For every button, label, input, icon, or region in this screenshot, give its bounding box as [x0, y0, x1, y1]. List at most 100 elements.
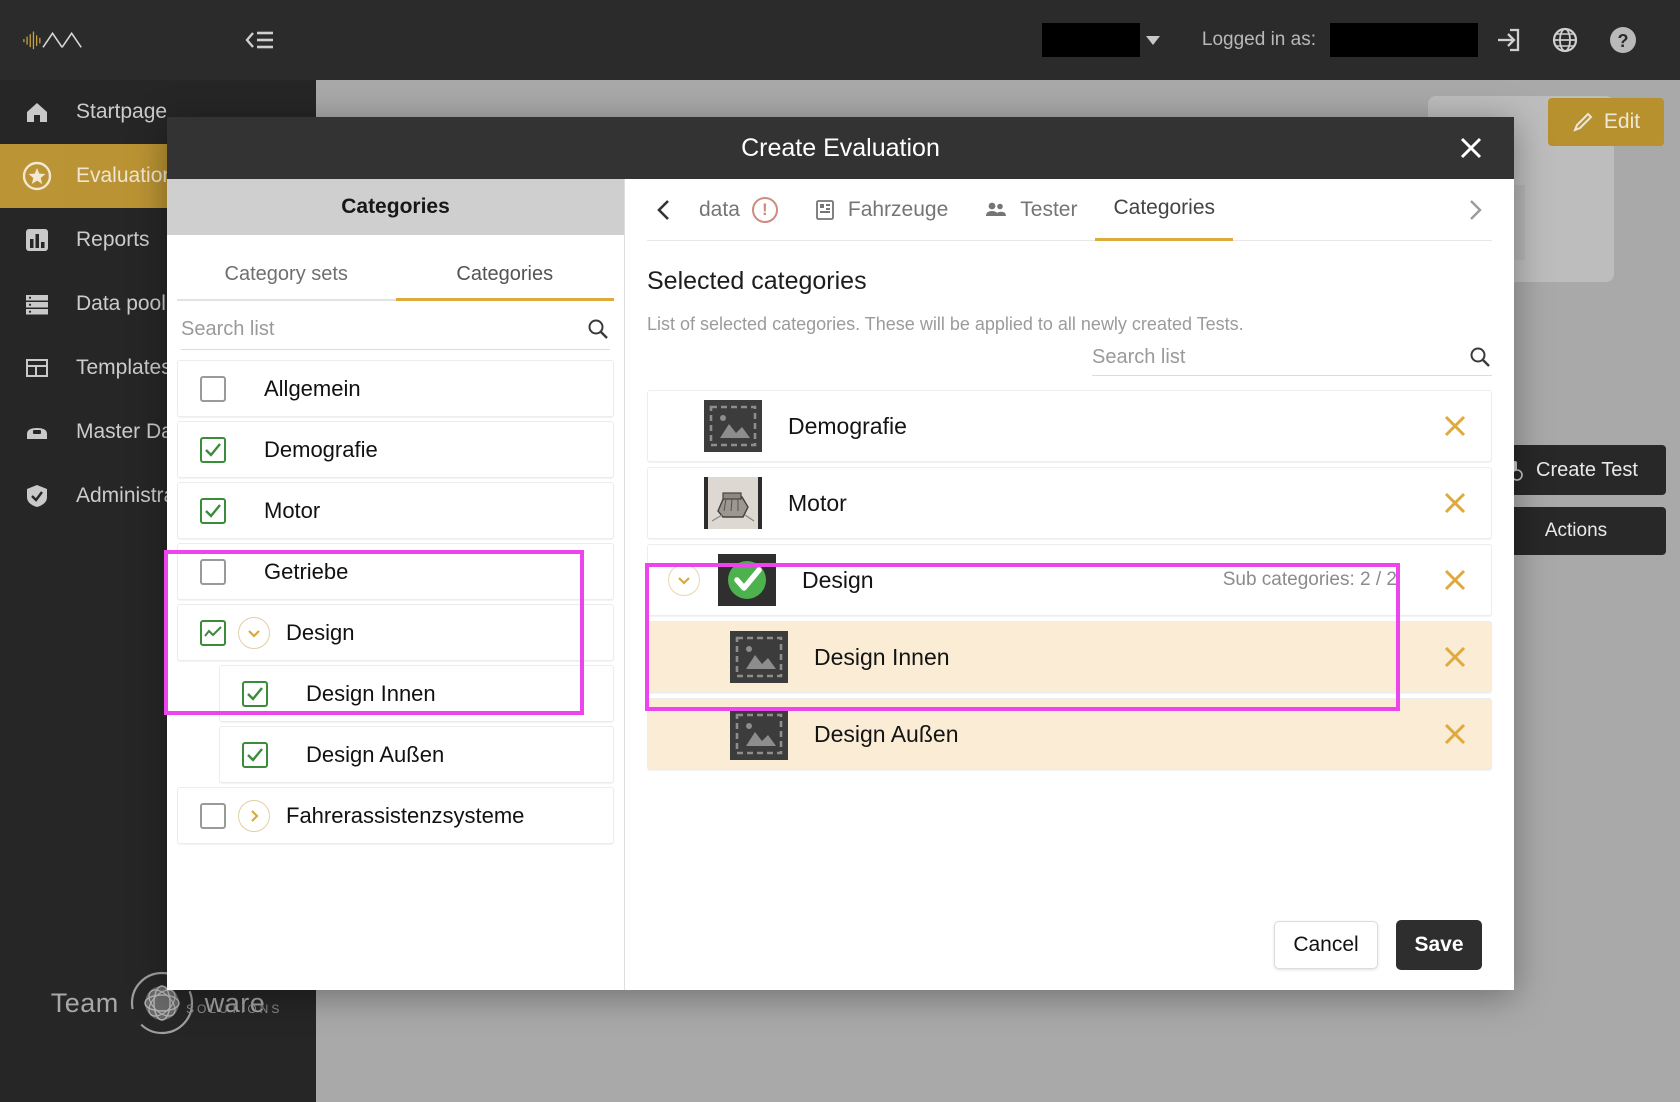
tab-data[interactable]: data ! — [681, 179, 796, 241]
collapse-sidebar-button[interactable] — [242, 25, 276, 55]
chevron-down-icon[interactable] — [238, 616, 270, 649]
remove-icon[interactable] — [1419, 720, 1491, 748]
tab-categories[interactable]: Categories — [395, 253, 614, 301]
chevron-down-icon[interactable] — [668, 564, 700, 596]
checkbox-unchecked[interactable] — [200, 375, 226, 402]
template-icon — [22, 353, 52, 383]
context-select-redacted[interactable] — [1041, 23, 1140, 57]
checkbox-unchecked[interactable] — [200, 558, 226, 585]
brand-logo-icon — [23, 31, 82, 50]
logged-in-label: Logged in as: — [1201, 29, 1316, 50]
remove-icon[interactable] — [1419, 643, 1491, 671]
category-label: Motor — [264, 497, 321, 523]
create-test-label: Create Test — [1536, 458, 1638, 481]
logout-glyph — [1498, 28, 1520, 52]
username-redacted — [1330, 23, 1478, 57]
category-label: Demografie — [264, 436, 378, 462]
app-logo — [0, 0, 316, 80]
checkbox-unchecked[interactable] — [200, 802, 226, 829]
tab-fahrzeuge[interactable]: Fahrzeuge — [796, 179, 966, 241]
selected-search-input[interactable] — [1092, 345, 1468, 369]
categories-search-input[interactable] — [181, 317, 586, 341]
category-label: Design Außen — [306, 741, 445, 767]
tab-tester[interactable]: Tester — [966, 179, 1095, 241]
category-row-design-aussen[interactable]: Design Außen — [219, 726, 614, 783]
database-icon — [22, 289, 52, 319]
selected-row-label: Design Außen — [814, 720, 959, 747]
help-icon[interactable]: ? — [1594, 18, 1652, 62]
remove-icon[interactable] — [1419, 489, 1491, 517]
collapse-icon — [245, 31, 273, 49]
remove-icon[interactable] — [1419, 412, 1491, 440]
selected-categories-pane: data ! Fahrzeuge Tester Categories Selec… — [625, 179, 1514, 990]
checkbox-checked[interactable] — [242, 680, 268, 707]
cancel-button[interactable]: Cancel — [1274, 921, 1378, 969]
star-icon — [22, 161, 52, 191]
selected-categories-title: Selected categories — [647, 267, 867, 295]
category-row-getriebe[interactable]: Getriebe — [177, 543, 614, 600]
chevron-down-icon[interactable] — [1145, 35, 1160, 45]
category-row-allgemein[interactable]: Allgemein — [177, 360, 614, 417]
globe-glyph — [1552, 27, 1578, 53]
category-label: Fahrerassistenzsysteme — [286, 802, 525, 828]
tab-categories-label: Categories — [1113, 196, 1216, 219]
people-icon — [986, 202, 1007, 216]
chart-icon — [22, 225, 52, 255]
selected-row-label: Design — [802, 566, 874, 593]
category-row-design-innen[interactable]: Design Innen — [219, 665, 614, 722]
tab-fahrzeuge-label: Fahrzeuge — [847, 197, 949, 221]
selected-row-design-innen[interactable]: Design Innen — [647, 621, 1492, 693]
masterdata-icon — [22, 417, 52, 447]
modal-header: Create Evaluation — [167, 117, 1514, 179]
vehicle-icon — [815, 199, 834, 220]
selected-row-demografie[interactable]: Demografie — [647, 390, 1492, 462]
selected-row-design[interactable]: Design Sub categories: 2 / 2 — [647, 544, 1492, 616]
search-icon[interactable] — [586, 317, 610, 341]
image-placeholder-icon — [730, 708, 788, 760]
create-evaluation-modal: Create Evaluation Categories Category se… — [167, 117, 1514, 990]
categories-pane-title: Categories — [167, 179, 624, 235]
categories-pane: Categories Category sets Categories Sear… — [167, 179, 625, 990]
engine-photo — [704, 477, 762, 529]
image-placeholder-icon — [730, 631, 788, 683]
logout-icon[interactable] — [1478, 18, 1536, 62]
checkbox-partial[interactable] — [200, 619, 226, 646]
category-row-design[interactable]: Design — [177, 604, 614, 661]
checkbox-checked[interactable] — [200, 436, 226, 463]
tab-scroll-right-icon[interactable] — [1458, 198, 1492, 222]
category-row-motor[interactable]: Motor — [177, 482, 614, 539]
remove-icon[interactable] — [1419, 566, 1491, 594]
tab-categories-active[interactable]: Categories — [1095, 179, 1234, 241]
svg-text:?: ? — [1618, 31, 1629, 51]
categories-search-row — [181, 317, 610, 350]
edit-button-label: Edit — [1603, 110, 1641, 133]
checkbox-checked[interactable] — [200, 497, 226, 524]
search-icon[interactable] — [1468, 345, 1492, 369]
tab-category-sets[interactable]: Category sets — [177, 253, 396, 301]
wizard-tabbar: data ! Fahrzeuge Tester Categories — [647, 179, 1492, 241]
selected-row-motor[interactable]: Motor — [647, 467, 1492, 539]
close-icon[interactable] — [1454, 131, 1488, 165]
selected-categories-description: List of selected categories. These will … — [647, 314, 1244, 334]
chevron-right-icon[interactable] — [238, 799, 270, 832]
tab-tester-label: Tester — [1020, 197, 1078, 221]
tab-data-label: data — [699, 197, 740, 221]
modal-body: Categories Category sets Categories Sear… — [167, 179, 1514, 990]
edit-button[interactable]: Edit — [1548, 98, 1664, 146]
selected-row-label: Motor — [788, 489, 847, 516]
modal-title: Create Evaluation — [741, 133, 940, 162]
category-row-demografie[interactable]: Demografie — [177, 421, 614, 478]
green-check-icon — [718, 554, 776, 606]
globe-icon[interactable] — [1536, 18, 1594, 62]
sidebar-item-label: Startpage — [76, 100, 168, 123]
tab-scroll-left-icon[interactable] — [647, 198, 681, 222]
checkbox-checked[interactable] — [242, 741, 268, 768]
category-row-fahrerassistenzsysteme[interactable]: Fahrerassistenzsysteme — [177, 787, 614, 844]
logo-solutions-text: SOLUTIONS — [186, 1002, 283, 1016]
categories-pane-tabs: Category sets Categories — [167, 235, 624, 301]
save-button[interactable]: Save — [1396, 920, 1482, 970]
sidebar-item-label: Templates — [76, 356, 172, 379]
sidebar-item-label: Reports — [76, 228, 150, 251]
category-label: Getriebe — [264, 558, 349, 584]
selected-row-design-aussen[interactable]: Design Außen — [647, 698, 1492, 770]
